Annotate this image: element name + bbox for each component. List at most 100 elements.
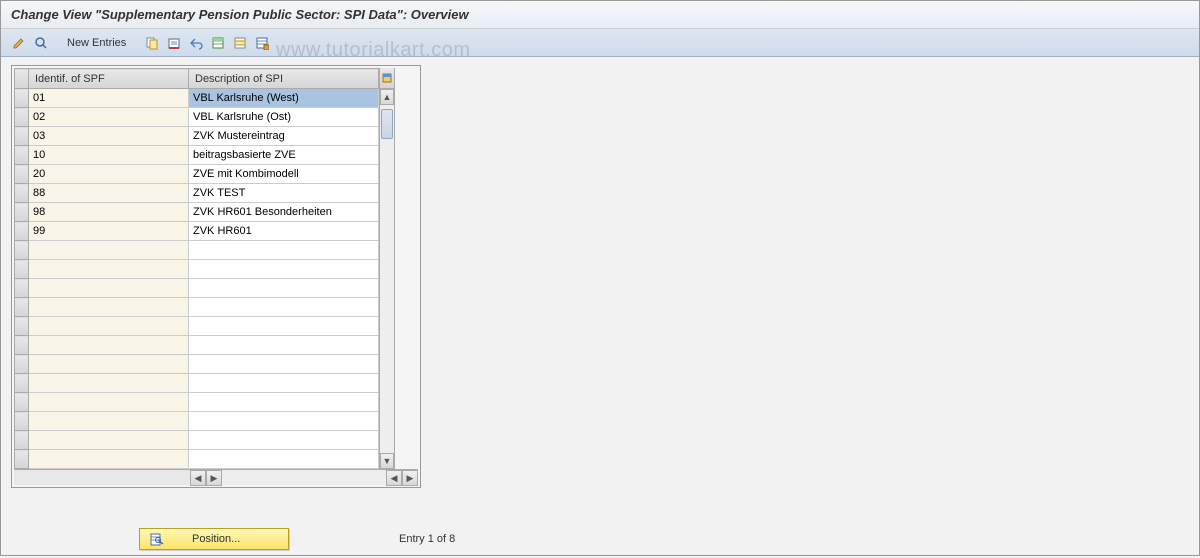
description-cell[interactable] bbox=[189, 393, 379, 412]
table-row-empty[interactable] bbox=[15, 317, 379, 336]
identif-cell[interactable] bbox=[29, 336, 189, 355]
table-row-empty[interactable] bbox=[15, 355, 379, 374]
undo-change-icon[interactable] bbox=[186, 33, 206, 53]
identif-cell[interactable]: 01 bbox=[29, 89, 189, 108]
identif-cell[interactable]: 88 bbox=[29, 184, 189, 203]
row-select-cell[interactable] bbox=[15, 317, 29, 336]
description-cell[interactable]: ZVE mit Kombimodell bbox=[189, 165, 379, 184]
row-select-cell[interactable] bbox=[15, 431, 29, 450]
row-select-cell[interactable] bbox=[15, 222, 29, 241]
description-cell[interactable] bbox=[189, 450, 379, 469]
description-cell[interactable] bbox=[189, 298, 379, 317]
select-all-icon[interactable] bbox=[208, 33, 228, 53]
table-row-empty[interactable] bbox=[15, 260, 379, 279]
row-select-header[interactable] bbox=[15, 69, 29, 89]
scroll-left-button[interactable]: ◀ bbox=[190, 470, 206, 486]
row-select-cell[interactable] bbox=[15, 260, 29, 279]
row-select-cell[interactable] bbox=[15, 108, 29, 127]
description-cell[interactable]: VBL Karlsruhe (West) bbox=[189, 89, 379, 108]
new-entries-button[interactable]: New Entries bbox=[61, 35, 132, 51]
scroll-right-end-button[interactable]: ▶ bbox=[402, 470, 418, 486]
row-select-cell[interactable] bbox=[15, 450, 29, 469]
table-row-empty[interactable] bbox=[15, 393, 379, 412]
row-select-cell[interactable] bbox=[15, 146, 29, 165]
identif-cell[interactable] bbox=[29, 260, 189, 279]
description-cell[interactable] bbox=[189, 355, 379, 374]
table-row[interactable]: 02VBL Karlsruhe (Ost) bbox=[15, 108, 379, 127]
position-button[interactable]: Position... bbox=[139, 528, 289, 550]
identif-cell[interactable] bbox=[29, 393, 189, 412]
identif-cell[interactable] bbox=[29, 431, 189, 450]
table-row[interactable]: 88ZVK TEST bbox=[15, 184, 379, 203]
other-view-icon[interactable] bbox=[31, 33, 51, 53]
description-cell[interactable]: VBL Karlsruhe (Ost) bbox=[189, 108, 379, 127]
identif-cell[interactable] bbox=[29, 279, 189, 298]
row-select-cell[interactable] bbox=[15, 279, 29, 298]
row-select-cell[interactable] bbox=[15, 412, 29, 431]
identif-cell[interactable]: 03 bbox=[29, 127, 189, 146]
table-row[interactable]: 10beitragsbasierte ZVE bbox=[15, 146, 379, 165]
table-row[interactable]: 98ZVK HR601 Besonderheiten bbox=[15, 203, 379, 222]
table-row[interactable]: 01VBL Karlsruhe (West) bbox=[15, 89, 379, 108]
row-select-cell[interactable] bbox=[15, 393, 29, 412]
identif-cell[interactable] bbox=[29, 355, 189, 374]
row-select-cell[interactable] bbox=[15, 336, 29, 355]
identif-cell[interactable]: 98 bbox=[29, 203, 189, 222]
row-select-cell[interactable] bbox=[15, 203, 29, 222]
spi-data-table[interactable]: Identif. of SPF Description of SPI 01VBL… bbox=[14, 68, 379, 469]
description-cell[interactable] bbox=[189, 374, 379, 393]
row-select-cell[interactable] bbox=[15, 127, 29, 146]
row-select-cell[interactable] bbox=[15, 89, 29, 108]
vertical-scrollbar[interactable]: ▲ ▼ bbox=[379, 68, 395, 469]
table-settings-icon[interactable] bbox=[380, 68, 394, 89]
scroll-thumb[interactable] bbox=[381, 109, 393, 139]
table-row-empty[interactable] bbox=[15, 374, 379, 393]
description-cell[interactable] bbox=[189, 317, 379, 336]
row-select-cell[interactable] bbox=[15, 184, 29, 203]
row-select-cell[interactable] bbox=[15, 355, 29, 374]
row-select-cell[interactable] bbox=[15, 241, 29, 260]
identif-cell[interactable]: 02 bbox=[29, 108, 189, 127]
identif-cell[interactable] bbox=[29, 317, 189, 336]
description-cell[interactable]: ZVK TEST bbox=[189, 184, 379, 203]
scroll-left-end-button[interactable]: ◀ bbox=[386, 470, 402, 486]
delete-icon[interactable] bbox=[164, 33, 184, 53]
description-cell[interactable] bbox=[189, 241, 379, 260]
deselect-all-icon[interactable] bbox=[252, 33, 272, 53]
identif-cell[interactable] bbox=[29, 374, 189, 393]
column-header-identif[interactable]: Identif. of SPF bbox=[29, 69, 189, 89]
horizontal-scrollbar[interactable]: ◀ ▶ ◀ ▶ bbox=[14, 469, 418, 485]
description-cell[interactable] bbox=[189, 336, 379, 355]
scroll-right-button[interactable]: ▶ bbox=[206, 470, 222, 486]
row-select-cell[interactable] bbox=[15, 165, 29, 184]
description-cell[interactable]: ZVK HR601 Besonderheiten bbox=[189, 203, 379, 222]
toggle-display-change-icon[interactable] bbox=[9, 33, 29, 53]
table-row-empty[interactable] bbox=[15, 412, 379, 431]
table-row[interactable]: 99ZVK HR601 bbox=[15, 222, 379, 241]
table-row[interactable]: 20ZVE mit Kombimodell bbox=[15, 165, 379, 184]
identif-cell[interactable] bbox=[29, 241, 189, 260]
description-cell[interactable]: ZVK HR601 bbox=[189, 222, 379, 241]
description-cell[interactable] bbox=[189, 431, 379, 450]
table-row[interactable]: 03ZVK Mustereintrag bbox=[15, 127, 379, 146]
identif-cell[interactable] bbox=[29, 412, 189, 431]
scroll-up-button[interactable]: ▲ bbox=[380, 89, 394, 105]
description-cell[interactable] bbox=[189, 412, 379, 431]
copy-as-icon[interactable] bbox=[142, 33, 162, 53]
table-row-empty[interactable] bbox=[15, 336, 379, 355]
description-cell[interactable]: beitragsbasierte ZVE bbox=[189, 146, 379, 165]
identif-cell[interactable] bbox=[29, 298, 189, 317]
description-cell[interactable] bbox=[189, 279, 379, 298]
scroll-down-button[interactable]: ▼ bbox=[380, 453, 394, 469]
identif-cell[interactable]: 20 bbox=[29, 165, 189, 184]
table-row-empty[interactable] bbox=[15, 431, 379, 450]
table-row-empty[interactable] bbox=[15, 279, 379, 298]
identif-cell[interactable] bbox=[29, 450, 189, 469]
column-header-description[interactable]: Description of SPI bbox=[189, 69, 379, 89]
row-select-cell[interactable] bbox=[15, 374, 29, 393]
table-row-empty[interactable] bbox=[15, 298, 379, 317]
scroll-track[interactable] bbox=[380, 105, 394, 453]
table-row-empty[interactable] bbox=[15, 450, 379, 469]
identif-cell[interactable]: 99 bbox=[29, 222, 189, 241]
select-block-icon[interactable] bbox=[230, 33, 250, 53]
